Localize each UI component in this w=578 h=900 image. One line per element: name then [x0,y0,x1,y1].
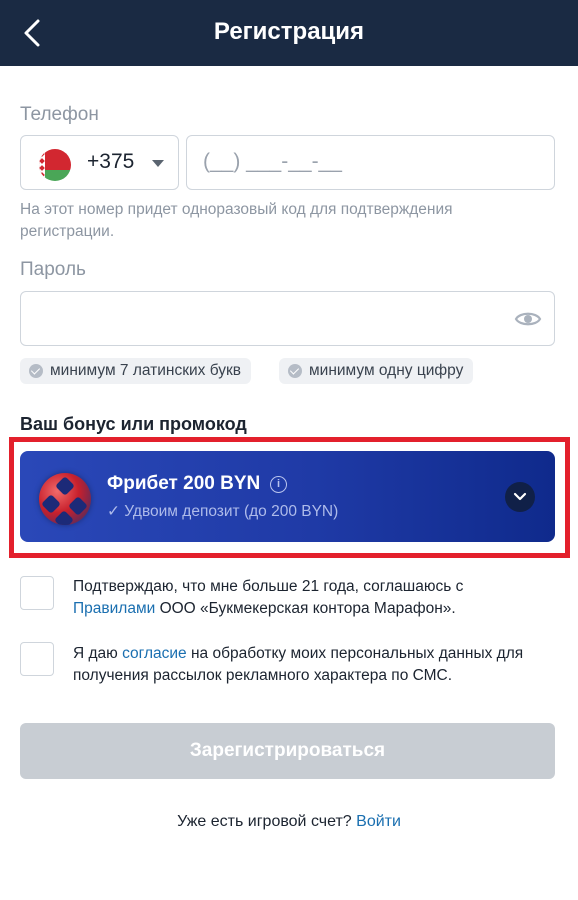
expand-button[interactable] [505,482,535,512]
phone-label: Телефон [20,104,99,125]
soccer-ball-icon [39,473,91,525]
data-consent-checkbox[interactable] [20,642,54,676]
check-circle-icon [29,364,43,378]
password-field[interactable] [20,291,555,346]
login-prompt: Уже есть игровой счет? Войти [177,813,401,830]
data-consent-text: Я даю согласие на обработку моих персона… [73,645,524,684]
register-button[interactable]: Зарегистрироваться [20,723,555,779]
password-rule-letters: минимум 7 латинских букв [20,358,252,384]
page-title: Регистрация [213,18,365,45]
login-link[interactable]: Войти [356,813,401,830]
country-code: +375 [87,150,135,173]
dropdown-caret-icon [152,160,164,167]
age-consent-text: Подтверждаю, что мне больше 21 года, сог… [73,578,464,617]
bonus-card[interactable]: Фрибет 200 BYN i ✓ Удвоим депозит (до 20… [20,451,555,542]
eye-icon[interactable] [514,308,542,330]
password-label: Пароль [20,259,86,280]
age-consent-checkbox[interactable] [20,576,54,610]
country-code-select[interactable]: +375 [20,135,179,190]
phone-hint: На этот номер придет одноразовый код для… [20,201,453,240]
password-rule-digit: минимум одну цифру [279,358,474,384]
info-icon[interactable]: i [270,476,287,493]
bonus-name: Фрибет 200 BYN [107,473,261,494]
check-circle-icon [288,364,302,378]
rules-link[interactable]: Правилами [73,600,155,617]
bonus-subtitle: ✓ Удвоим депозит (до 200 BYN) [107,503,339,520]
password-input[interactable] [37,292,517,344]
phone-input[interactable] [203,136,543,188]
belarus-flag-icon [39,149,71,181]
chevron-down-icon [513,492,527,501]
consent-link[interactable]: согласие [122,645,187,662]
phone-field[interactable] [186,135,555,190]
top-bar: Регистрация [0,0,578,66]
bonus-section-title: Ваш бонус или промокод [20,414,247,434]
